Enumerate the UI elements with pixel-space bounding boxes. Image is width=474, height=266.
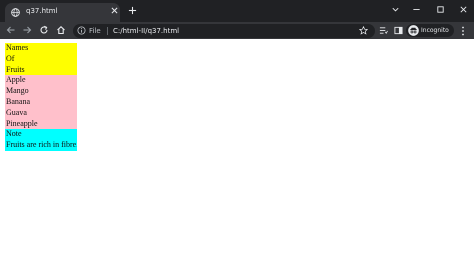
incognito-profile-button[interactable]: Incognito — [406, 24, 454, 37]
reading-list-icon[interactable] — [379, 26, 388, 35]
menu-icon[interactable] — [461, 26, 465, 36]
profile-label: Incognito — [421, 27, 449, 34]
chevron-down-icon[interactable] — [391, 5, 400, 14]
url-separator — [107, 27, 108, 35]
tab-strip: q37.html — [0, 0, 474, 22]
star-icon[interactable] — [359, 26, 368, 35]
minimize-icon[interactable] — [412, 5, 421, 14]
browser-toolbar: File C:/html-II/q37.html Incognito — [0, 22, 474, 39]
paragraph-list: Names Of Fruits Apple Mango Banana Guava Pineap… — [5, 43, 77, 151]
paragraph-1: Names — [5, 43, 77, 54]
paragraph-7: Guava — [5, 107, 77, 119]
tab-title: q37.html — [26, 7, 58, 15]
forward-icon[interactable] — [22, 25, 32, 35]
paragraph-6: Banana — [5, 96, 77, 108]
info-icon[interactable] — [77, 26, 86, 35]
paragraph-3: Fruits — [5, 64, 77, 76]
url-scheme-label: File — [89, 27, 101, 35]
address-bar[interactable]: File C:/html-II/q37.html — [73, 24, 375, 38]
side-panel-icon[interactable] — [394, 26, 403, 35]
tab-q37[interactable]: q37.html — [5, 3, 120, 22]
paragraph-10: Fruits are rich in fibre. — [5, 140, 77, 151]
close-window-icon[interactable] — [459, 5, 468, 14]
reload-icon[interactable] — [39, 25, 49, 35]
incognito-icon — [408, 25, 419, 36]
back-icon[interactable] — [6, 25, 16, 35]
url-text[interactable]: C:/html-II/q37.html — [113, 25, 179, 37]
home-icon[interactable] — [56, 25, 66, 35]
page-content: Names Of Fruits Apple Mango Banana Guava Pineap… — [0, 39, 474, 266]
globe-icon — [11, 8, 20, 17]
paragraph-9: Note — [5, 129, 77, 141]
close-icon[interactable] — [111, 7, 118, 14]
plus-icon[interactable] — [128, 6, 137, 15]
paragraph-4: Apple — [5, 75, 77, 87]
maximize-icon[interactable] — [436, 5, 445, 14]
paragraph-2: Of — [5, 53, 77, 65]
paragraph-5: Mango — [5, 86, 77, 97]
paragraph-8: Pineapple — [5, 118, 77, 130]
